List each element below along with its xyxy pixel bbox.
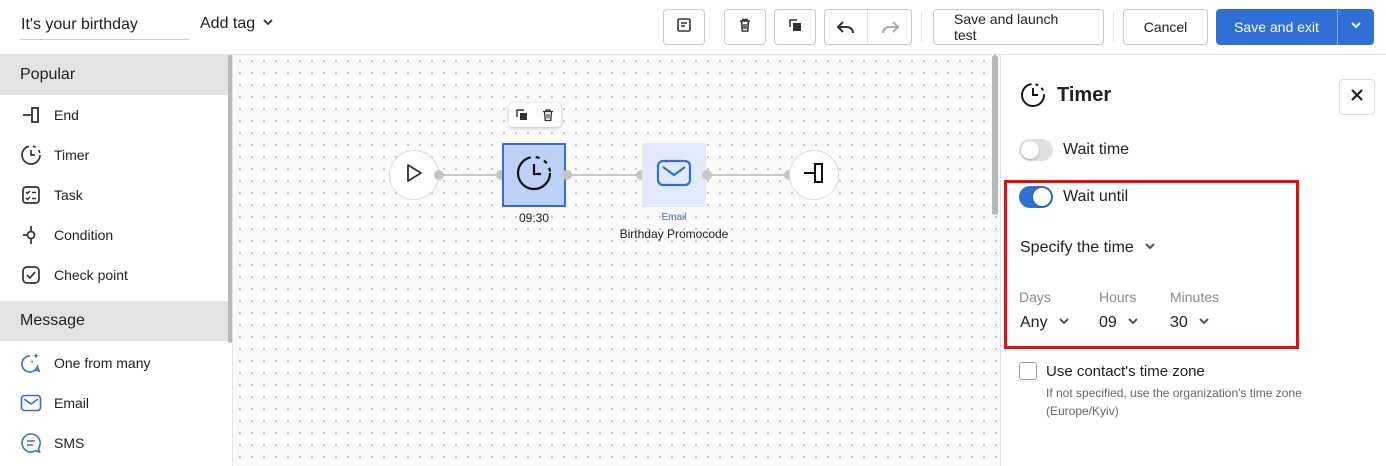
save-and-launch-test-button[interactable]: Save and launch test (933, 9, 1104, 45)
top-bar: Add tag Save and launch test Cancel Save… (0, 0, 1386, 55)
chevron-down-icon (1058, 314, 1070, 332)
hours-select[interactable]: 09 (1099, 314, 1139, 332)
email-node-type: Email (661, 212, 687, 223)
palette-item-timer[interactable]: Timer (0, 135, 232, 175)
wait-time-toggle[interactable] (1019, 139, 1053, 161)
minutes-select[interactable]: 30 (1170, 314, 1210, 332)
palette-item-label: SMS (54, 435, 85, 451)
email-node-name: Birthday Promocode (619, 227, 729, 241)
chevron-down-icon (1198, 314, 1210, 332)
connector-port[interactable] (702, 170, 712, 180)
wait-until-toggle[interactable] (1019, 186, 1053, 208)
wait-until-label: Wait until (1063, 188, 1129, 205)
node-toolbar (509, 103, 561, 127)
section-header-popular: Popular (0, 55, 232, 95)
chevron-down-icon (1144, 239, 1156, 257)
task-icon (20, 184, 42, 206)
wait-time-label: Wait time (1063, 141, 1130, 158)
undo-redo-group (824, 9, 912, 45)
play-icon (403, 162, 425, 189)
connector-line (707, 174, 789, 176)
email-node[interactable] (642, 143, 706, 207)
sms-icon (20, 432, 42, 454)
palette-item-condition[interactable]: Condition (0, 215, 232, 255)
one-from-many-icon (20, 352, 42, 374)
check-point-icon (20, 264, 42, 286)
save-options-toggle[interactable] (1337, 9, 1374, 45)
toolbar-divider (1113, 12, 1114, 42)
copy-icon[interactable] (515, 108, 529, 122)
connector-port[interactable] (434, 170, 444, 180)
save-and-exit-button[interactable]: Save and exit (1216, 9, 1337, 45)
minutes-label: Minutes (1170, 289, 1220, 305)
trash-icon[interactable] (541, 108, 555, 122)
palette-item-label: Check point (54, 267, 128, 283)
chevron-down-icon (261, 15, 275, 34)
copy-icon (786, 16, 804, 39)
contact-timezone-checkbox[interactable] (1019, 362, 1037, 380)
days-value: Any (1020, 314, 1048, 331)
palette-item-end[interactable]: End (0, 95, 232, 135)
palette-item-label: Task (54, 187, 83, 203)
email-icon (656, 159, 692, 192)
cancel-button[interactable]: Cancel (1123, 9, 1208, 45)
palette-item-label: End (54, 107, 79, 123)
note-icon (675, 16, 693, 39)
campaign-name-input[interactable] (20, 10, 190, 40)
connector-line (567, 174, 641, 176)
end-icon (802, 161, 826, 190)
connector-port[interactable] (562, 170, 572, 180)
section-header-message: Message (0, 301, 232, 341)
add-tag-dropdown[interactable]: Add tag (200, 12, 275, 36)
undo-icon[interactable] (825, 10, 869, 44)
canvas-scrollbar[interactable] (992, 55, 998, 215)
flow-canvas[interactable] (234, 55, 1000, 466)
contact-timezone-label: Use contact's time zone (1046, 363, 1205, 380)
palette-scrollbar[interactable] (228, 55, 232, 343)
palette-item-task[interactable]: Task (0, 175, 232, 215)
palette-item-one-from-many[interactable]: One from many (0, 343, 232, 383)
redo-icon[interactable] (868, 10, 911, 44)
timer-node[interactable] (502, 143, 566, 207)
hours-value: 09 (1099, 314, 1117, 331)
end-icon (20, 104, 42, 126)
specify-time-dropdown[interactable]: Specify the time (1020, 239, 1156, 257)
palette-item-label: Email (54, 395, 90, 411)
palette-item-email[interactable]: Email (0, 383, 232, 423)
add-tag-label: Add tag (200, 15, 256, 32)
email-icon (20, 392, 42, 414)
close-panel-button[interactable] (1339, 79, 1375, 115)
close-icon (1350, 88, 1364, 107)
end-node[interactable] (789, 150, 839, 200)
delete-button[interactable] (724, 9, 766, 45)
condition-icon (20, 224, 42, 246)
palette-item-sms[interactable]: SMS (0, 423, 232, 463)
timer-icon (1019, 81, 1047, 114)
timer-node-label: 09:30 (518, 211, 550, 225)
minutes-value: 30 (1170, 314, 1188, 331)
copy-button[interactable] (774, 9, 816, 45)
connector-line (439, 174, 501, 176)
chevron-down-icon (1350, 18, 1362, 36)
timer-icon (20, 144, 42, 166)
days-label: Days (1019, 289, 1051, 305)
hours-label: Hours (1099, 289, 1137, 305)
toolbar-divider (921, 12, 922, 42)
palette-item-label: One from many (54, 355, 151, 371)
node-palette: Popular End Timer Task Condition Check p… (0, 55, 233, 466)
panel-title: Timer (1057, 84, 1112, 106)
start-node[interactable] (389, 150, 439, 200)
trash-icon (736, 16, 754, 39)
palette-item-label: Timer (54, 147, 90, 163)
timezone-hint: If not specified, use the organization's… (1046, 386, 1302, 418)
specify-time-label: Specify the time (1020, 239, 1134, 256)
notes-button[interactable] (663, 9, 705, 45)
palette-item-label: Condition (54, 227, 114, 243)
save-and-exit-split-button: Save and exit (1216, 9, 1374, 45)
chevron-down-icon (1127, 314, 1139, 332)
palette-item-check-point[interactable]: Check point (0, 255, 232, 295)
days-select[interactable]: Any (1020, 314, 1070, 332)
timer-icon (514, 153, 554, 198)
